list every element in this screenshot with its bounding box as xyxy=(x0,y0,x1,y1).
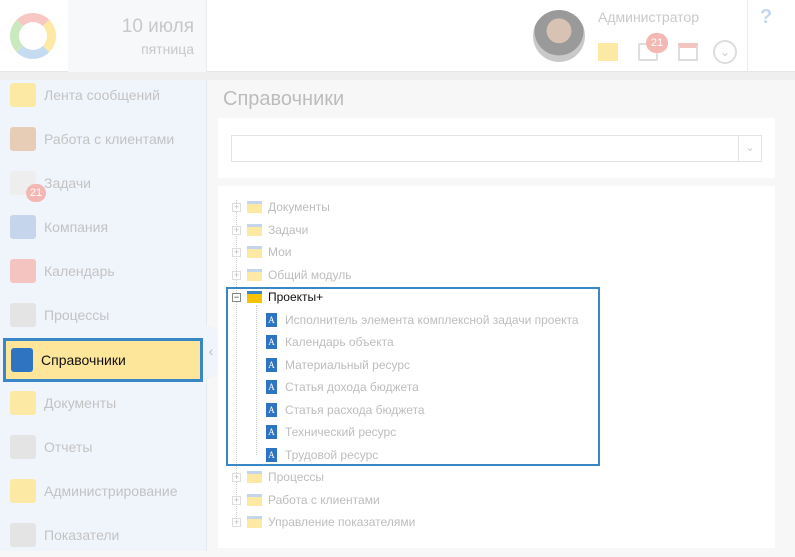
expand-icon[interactable]: + xyxy=(232,270,241,280)
tree-node-label: Задачи xyxy=(268,223,309,237)
tree-node[interactable]: + Общий модуль xyxy=(232,265,351,285)
divider xyxy=(747,0,748,72)
tree-node[interactable]: + Работа с клиентами xyxy=(232,490,380,510)
expand-icon[interactable]: + xyxy=(232,202,241,212)
expand-icon[interactable]: + xyxy=(232,495,241,505)
sidebar-item-label: Документы xyxy=(44,395,117,411)
sidebar-item-label: Лента сообщений xyxy=(44,87,160,103)
logo-icon[interactable] xyxy=(10,13,56,59)
calendar-icon xyxy=(10,259,36,283)
search-panel: ⌄ xyxy=(218,118,775,178)
user-name[interactable]: Администратор xyxy=(598,9,699,25)
sidebar-item[interactable]: Отчеты xyxy=(0,425,207,469)
tree-node[interactable]: + Задачи xyxy=(232,220,308,240)
gauge-icon xyxy=(10,523,36,547)
org-chart-icon xyxy=(10,215,36,239)
search-input[interactable]: ⌄ xyxy=(231,135,762,162)
search-dropdown-button[interactable]: ⌄ xyxy=(738,136,761,161)
tree-node[interactable]: + Управление показателями xyxy=(232,512,415,532)
sidebar-item[interactable]: Лента сообщений xyxy=(0,73,207,117)
expand-icon[interactable]: + xyxy=(232,247,241,257)
expand-icon[interactable]: + xyxy=(232,472,241,482)
tree-node-label: Работа с клиентами xyxy=(268,493,380,507)
sidebar-item[interactable]: Календарь xyxy=(0,249,207,293)
page-title: Справочники xyxy=(223,88,345,110)
tree-node-label: Общий модуль xyxy=(268,268,352,282)
sidebar-item[interactable]: Процессы xyxy=(0,293,207,337)
sidebar-item[interactable]: Администрирование xyxy=(0,469,207,513)
folder-icon xyxy=(10,391,36,415)
sidebar-item[interactable]: Документы xyxy=(0,381,207,425)
sidebar-item-label: Администрирование xyxy=(44,483,178,499)
folder-icon xyxy=(247,471,262,483)
mail-icon[interactable] xyxy=(598,43,618,61)
tree-node[interactable]: + Мои xyxy=(232,242,292,262)
tree-node[interactable]: + Процессы xyxy=(232,467,324,487)
tree-node-label: Управление показателями xyxy=(268,515,416,529)
help-icon[interactable]: ? xyxy=(760,6,772,29)
tree-node-label: Мои xyxy=(268,245,292,259)
tree-node[interactable]: + Документы xyxy=(232,197,330,217)
sidebar-item[interactable]: Компания xyxy=(0,205,207,249)
sidebar-item[interactable]: Справочники xyxy=(3,338,203,382)
tree-node-label: Процессы xyxy=(268,470,325,484)
highlight-box xyxy=(226,287,600,466)
report-icon xyxy=(10,435,36,459)
process-icon xyxy=(10,303,36,327)
collapse-sidebar-button[interactable]: ‹ xyxy=(203,326,219,378)
folder-icon xyxy=(247,269,262,281)
folder-icon xyxy=(247,224,262,236)
sidebar-item-label: Календарь xyxy=(44,263,115,279)
sidebar-item-label: Справочники xyxy=(41,352,126,368)
sidebar-item-label: Отчеты xyxy=(44,439,93,455)
expand-icon[interactable]: + xyxy=(232,517,241,527)
sidebar-item-label: Процессы xyxy=(44,307,110,323)
top-header: 10 июля пятница Администратор 21 ⌄ ? xyxy=(0,0,795,72)
date-panel: 10 июля пятница xyxy=(68,0,207,72)
calendar-icon[interactable] xyxy=(678,43,698,61)
sidebar-item[interactable]: Работа с клиентами xyxy=(0,117,207,161)
tasks-badge: 21 xyxy=(646,33,668,53)
dictionary-book-icon xyxy=(11,348,33,372)
sidebar-item-label: Показатели xyxy=(44,527,120,543)
chevron-down-icon[interactable]: ⌄ xyxy=(713,40,737,64)
avatar[interactable] xyxy=(533,10,585,62)
folder-icon xyxy=(247,201,262,213)
sidebar-tasks-badge: 21 xyxy=(26,184,46,202)
sidebar-item-label: Компания xyxy=(44,219,109,235)
sidebar-item[interactable]: Показатели xyxy=(0,513,207,557)
sidebar-item-label: Работа с клиентами xyxy=(44,131,175,147)
client-icon xyxy=(10,127,36,151)
lock-icon xyxy=(10,479,36,503)
weekday-label: пятница xyxy=(141,41,194,57)
folder-icon xyxy=(247,246,262,258)
sidebar-item-label: Задачи xyxy=(44,175,92,191)
folder-icon xyxy=(247,516,262,528)
tree-node-label: Документы xyxy=(268,200,330,214)
sidebar: Лента сообщений Работа с клиентами Задачи К… xyxy=(0,80,207,551)
expand-icon[interactable]: + xyxy=(232,225,241,235)
date-label: 10 июля xyxy=(121,16,194,37)
mail-feed-icon xyxy=(10,83,36,107)
folder-icon xyxy=(247,494,262,506)
